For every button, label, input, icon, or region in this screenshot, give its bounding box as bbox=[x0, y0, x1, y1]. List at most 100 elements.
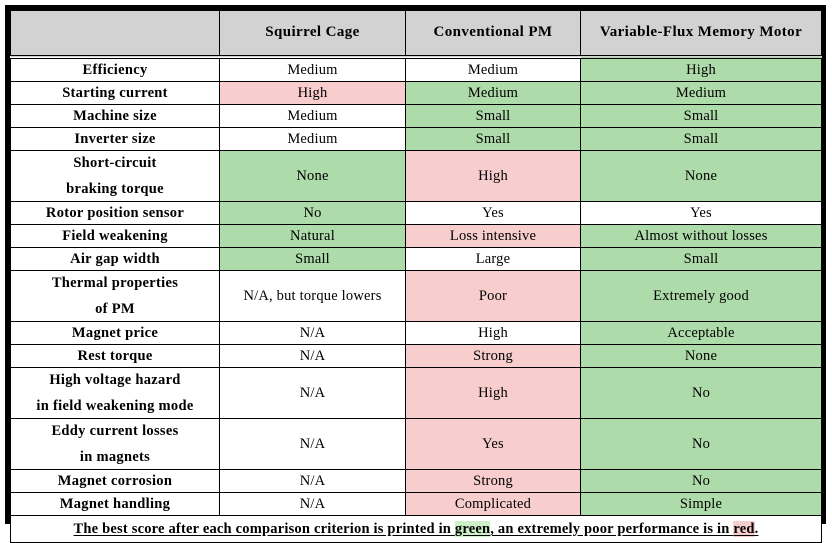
value-text: N/A bbox=[299, 495, 326, 512]
criterion-label: Starting current bbox=[62, 84, 168, 101]
criterion-label: High voltage hazard in field weakening mo… bbox=[11, 372, 219, 414]
value-cell: Simple bbox=[580, 492, 822, 516]
page-root: Squirrel Cage Conventional PM Variable-F… bbox=[0, 0, 832, 543]
value-text: Small bbox=[683, 130, 719, 147]
table-row: Efficiency Medium Medium High bbox=[10, 56, 822, 82]
value-cell: Small bbox=[580, 104, 822, 128]
table-corner-cell bbox=[10, 10, 220, 59]
criterion-label: Machine size bbox=[73, 107, 157, 124]
value-cell: Medium bbox=[219, 56, 406, 82]
criterion-label: Field weakening bbox=[62, 227, 168, 244]
criterion-label-line: High voltage hazard bbox=[49, 371, 181, 388]
value-text: Loss intensive bbox=[449, 227, 537, 244]
value-text: Poor bbox=[478, 287, 508, 304]
table-row: Short-circuit braking torque None High None bbox=[10, 150, 822, 202]
criterion-label: Rest torque bbox=[77, 347, 153, 364]
table-frame: Squirrel Cage Conventional PM Variable-F… bbox=[5, 5, 826, 543]
table-foot: The best score after each comparison cri… bbox=[10, 515, 822, 543]
criterion-label: Eddy current losses in magnets bbox=[11, 423, 219, 465]
criterion-cell: Air gap width bbox=[10, 247, 220, 271]
value-text: High bbox=[297, 84, 328, 101]
value-cell: Natural bbox=[219, 224, 406, 248]
criterion-label: Inverter size bbox=[74, 130, 156, 147]
value-cell: Medium bbox=[405, 81, 581, 105]
value-cell: No bbox=[580, 418, 822, 470]
value-cell: None bbox=[580, 344, 822, 368]
value-cell: Yes bbox=[580, 201, 822, 225]
criterion-cell: Machine size bbox=[10, 104, 220, 128]
value-cell: Extremely good bbox=[580, 270, 822, 322]
legend-note-text: The best score after each comparison cri… bbox=[74, 520, 759, 537]
value-text: Strong bbox=[473, 472, 513, 489]
value-text: None bbox=[684, 167, 718, 184]
value-cell: No bbox=[580, 367, 822, 419]
column-header-squirrel-cage: Squirrel Cage bbox=[219, 10, 406, 59]
value-text: High bbox=[478, 384, 508, 401]
legend-note-cell: The best score after each comparison cri… bbox=[10, 515, 822, 543]
value-cell: Small bbox=[405, 104, 581, 128]
value-text: No bbox=[691, 435, 711, 452]
value-cell: Medium bbox=[219, 104, 406, 128]
value-cell: High bbox=[580, 56, 822, 82]
value-cell: Loss intensive bbox=[405, 224, 581, 248]
criterion-cell: Rotor position sensor bbox=[10, 201, 220, 225]
criterion-label: Magnet corrosion bbox=[57, 472, 173, 489]
criterion-cell: Eddy current losses in magnets bbox=[10, 418, 220, 470]
value-text: N/A bbox=[299, 435, 326, 452]
value-text: N/A bbox=[299, 472, 326, 489]
criterion-label: Short-circuit braking torque bbox=[11, 155, 219, 197]
table-row: Magnet handling N/A Complicated Simple bbox=[10, 492, 822, 516]
value-text: N/A bbox=[299, 324, 326, 341]
value-text: Extremely good bbox=[653, 287, 749, 304]
criterion-cell: Starting current bbox=[10, 81, 220, 105]
legend-note-row: The best score after each comparison cri… bbox=[10, 515, 822, 543]
value-cell: None bbox=[219, 150, 406, 202]
table-row: Magnet price N/A High Acceptable bbox=[10, 321, 822, 345]
legend-green-word: green bbox=[454, 520, 491, 537]
criterion-label-line: Short-circuit bbox=[73, 154, 157, 171]
value-cell: Small bbox=[405, 127, 581, 151]
value-text: Large bbox=[475, 250, 511, 267]
value-text: Medium bbox=[467, 61, 519, 78]
criterion-cell: Magnet corrosion bbox=[10, 469, 220, 493]
comparison-table: Squirrel Cage Conventional PM Variable-F… bbox=[10, 10, 822, 543]
value-cell: Medium bbox=[405, 56, 581, 82]
value-text: Medium bbox=[287, 130, 338, 147]
criterion-label-line: Eddy current losses bbox=[51, 422, 179, 439]
value-text: Medium bbox=[675, 84, 727, 101]
value-cell: Small bbox=[580, 127, 822, 151]
value-text: N/A bbox=[299, 347, 326, 364]
criterion-cell: Magnet price bbox=[10, 321, 220, 345]
value-cell: Small bbox=[580, 247, 822, 271]
value-cell: Poor bbox=[405, 270, 581, 322]
value-cell: No bbox=[580, 469, 822, 493]
table-row: Thermal properties of PM N/A, but torque l… bbox=[10, 270, 822, 322]
table-row: High voltage hazard in field weakening mo… bbox=[10, 367, 822, 419]
value-text: Natural bbox=[290, 227, 335, 244]
criterion-label: Efficiency bbox=[82, 61, 148, 78]
column-header-conventional-pm: Conventional PM bbox=[405, 10, 581, 59]
value-cell: Large bbox=[405, 247, 581, 271]
criterion-cell: Efficiency bbox=[10, 56, 220, 82]
criterion-label: Rotor position sensor bbox=[45, 204, 185, 221]
value-text: Small bbox=[683, 250, 719, 267]
criterion-label: Thermal properties of PM bbox=[11, 275, 219, 317]
legend-note-part2: , an extremely poor performance is in bbox=[490, 520, 734, 537]
value-text: Almost without losses bbox=[634, 227, 768, 244]
criterion-label-line: braking torque bbox=[66, 180, 164, 197]
value-text: N/A, but torque lowers bbox=[243, 287, 382, 304]
criterion-cell: Inverter size bbox=[10, 127, 220, 151]
value-text: Small bbox=[475, 130, 511, 147]
value-cell: N/A bbox=[219, 321, 406, 345]
value-cell: Medium bbox=[580, 81, 822, 105]
value-cell: High bbox=[405, 321, 581, 345]
value-cell: N/A bbox=[219, 469, 406, 493]
value-text: Yes bbox=[690, 204, 712, 221]
criterion-cell: High voltage hazard in field weakening mo… bbox=[10, 367, 220, 419]
value-cell: Yes bbox=[405, 418, 581, 470]
table-head: Squirrel Cage Conventional PM Variable-F… bbox=[10, 10, 822, 59]
table-row: Rotor position sensor No Yes Yes bbox=[10, 201, 822, 225]
table-row: Magnet corrosion N/A Strong No bbox=[10, 469, 822, 493]
value-cell: Small bbox=[219, 247, 406, 271]
table-row: Inverter size Medium Small Small bbox=[10, 127, 822, 151]
